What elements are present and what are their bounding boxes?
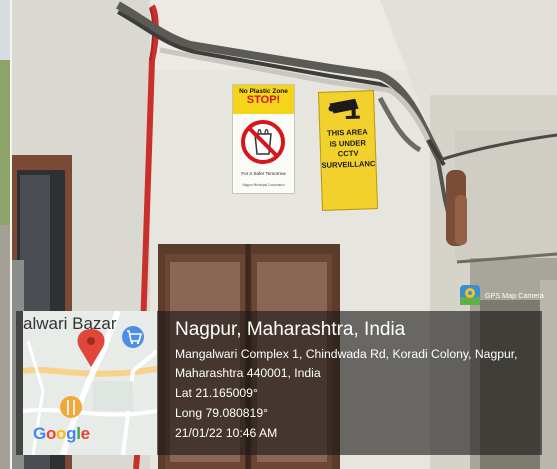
no-plastic-sign-header: No Plastic Zone STOP! — [233, 85, 294, 114]
google-logo-letter: o — [45, 424, 57, 443]
no-plastic-tagline: For A Safer Tomorrow — [241, 171, 286, 176]
location-title: Nagpur, Maharashtra, India — [175, 319, 406, 340]
gps-badge-label: GPS Map Camera — [485, 290, 544, 300]
cctv-camera-icon — [328, 98, 360, 120]
no-plastic-sign: No Plastic Zone STOP! For A Safer Tomorr… — [232, 84, 295, 194]
stop-text: STOP! — [246, 94, 281, 106]
google-logo-letter: G — [33, 424, 46, 443]
google-logo-letter: g — [66, 424, 77, 443]
cctv-line-1: THIS AREA — [326, 127, 368, 138]
longitude: Long 79.080819° — [175, 406, 268, 420]
map-place-label: alwari Bazar — [23, 314, 117, 333]
restaurant-icon — [60, 396, 82, 418]
google-logo-letter: e — [80, 424, 90, 443]
no-plastic-footer: Nagpur Municipal Corporation — [242, 183, 285, 187]
google-logo-letter: o — [56, 424, 67, 443]
gps-map-camera-badge: GPS Map Camera — [460, 284, 544, 306]
cctv-surveillance-sign: THIS AREA IS UNDER CCTV SURVEILLANCE — [317, 90, 379, 211]
gps-camera-icon — [460, 285, 480, 305]
location-info: Nagpur, Maharashtra, India Mangalwari Co… — [175, 318, 527, 443]
cctv-line-4: SURVEILLANCE — [321, 158, 379, 170]
latitude: Lat 21.165009° — [175, 386, 258, 400]
location-address: Mangalwari Complex 1, Chindwada Rd, Kora… — [175, 347, 518, 380]
geotagged-photo: No Plastic Zone STOP! For A Safer Tomorr… — [0, 0, 557, 469]
google-logo: Google — [33, 424, 90, 444]
no-plastic-bag-icon — [241, 120, 285, 164]
cctv-sign-text: THIS AREA IS UNDER CCTV SURVEILLANCE — [320, 127, 379, 171]
date-time: 21/01/22 10:46 AM — [175, 426, 278, 440]
map-thumbnail[interactable]: alwari Bazar Google — [23, 311, 157, 455]
